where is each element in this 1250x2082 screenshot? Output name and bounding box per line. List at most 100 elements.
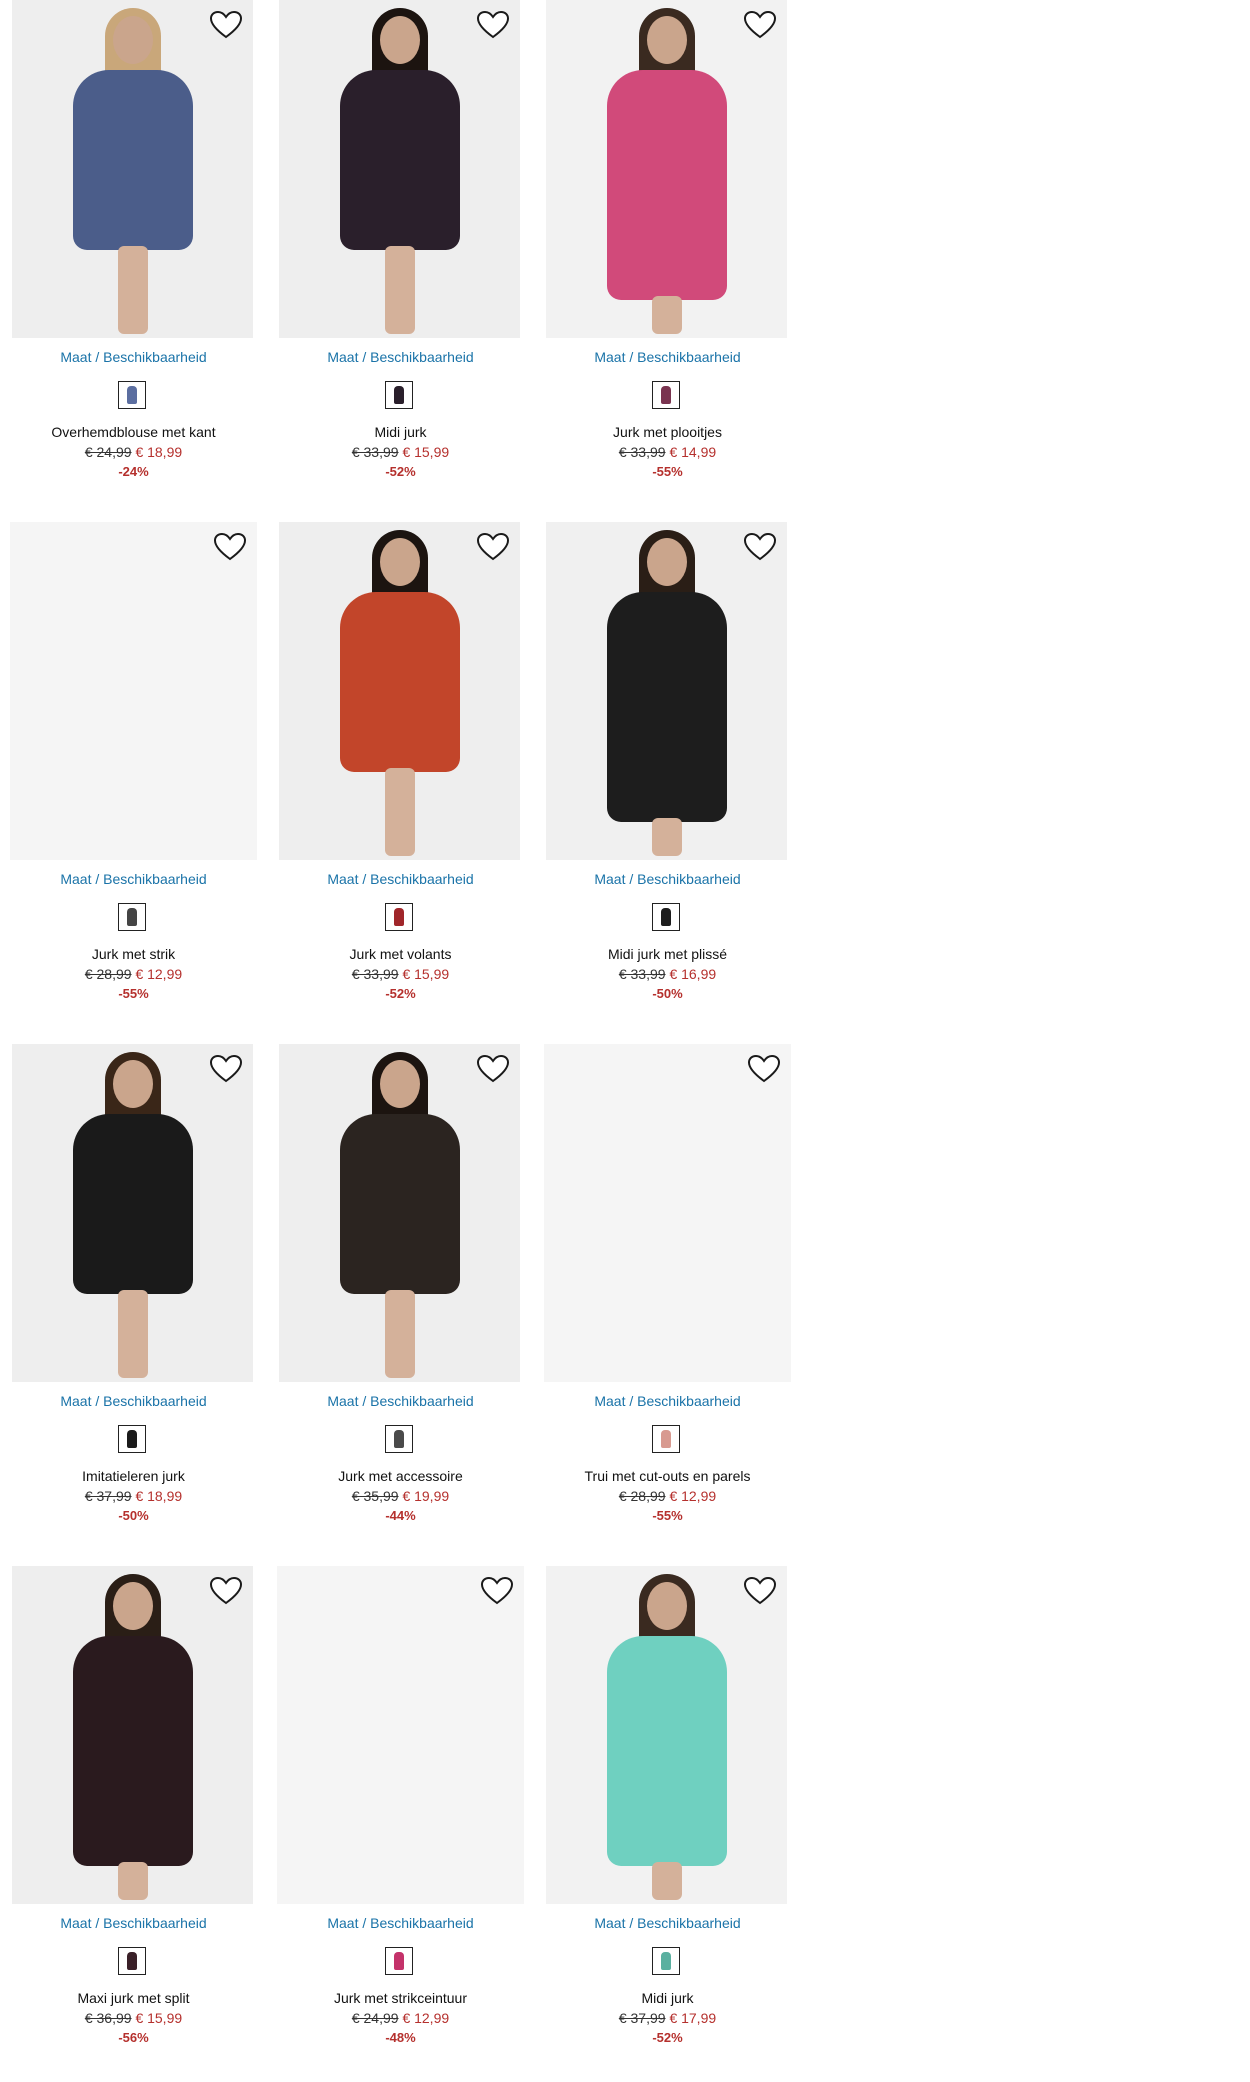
product-card[interactable]: Maat / Beschikbaarheid Jurk met strikcein… xyxy=(267,1566,534,2066)
model-head xyxy=(112,16,153,64)
product-name[interactable]: Jurk met volants xyxy=(267,946,534,962)
old-price: € 33,99 xyxy=(351,444,399,460)
sale-price: € 12,99 xyxy=(669,1488,717,1504)
color-swatch[interactable] xyxy=(118,381,146,409)
product-name[interactable]: Trui met cut-outs en parels xyxy=(534,1468,801,1484)
discount-badge: -44% xyxy=(385,1508,416,1523)
size-availability-link[interactable]: Maat / Beschikbaarheid xyxy=(534,349,801,365)
discount-badge: -55% xyxy=(118,986,149,1001)
wishlist-heart-icon[interactable] xyxy=(747,1054,781,1084)
product-image[interactable] xyxy=(12,1566,253,1904)
size-availability-link[interactable]: Maat / Beschikbaarheid xyxy=(267,1915,534,1931)
swatch-thumbnail xyxy=(127,908,137,926)
discount-badge: -52% xyxy=(385,986,416,1001)
product-name[interactable]: Imitatieleren jurk xyxy=(0,1468,267,1484)
color-swatch[interactable] xyxy=(652,381,680,409)
product-card[interactable]: Maat / Beschikbaarheid Jurk met volants € … xyxy=(267,522,534,1022)
product-card[interactable]: Maat / Beschikbaarheid Midi jurk € 37,99 €… xyxy=(534,1566,801,2066)
old-price: € 28,99 xyxy=(84,966,132,982)
color-swatch[interactable] xyxy=(118,1425,146,1453)
size-availability-link[interactable]: Maat / Beschikbaarheid xyxy=(0,871,267,887)
product-image[interactable] xyxy=(12,1044,253,1382)
product-image[interactable] xyxy=(546,522,787,860)
product-name[interactable]: Overhemdblouse met kant xyxy=(0,424,267,440)
product-name[interactable]: Jurk met strik xyxy=(0,946,267,962)
product-name[interactable]: Jurk met strikceintuur xyxy=(267,1990,534,2006)
color-swatch[interactable] xyxy=(652,1425,680,1453)
product-image[interactable] xyxy=(12,0,253,338)
discount-badge: -55% xyxy=(652,464,683,479)
model-legs xyxy=(117,246,148,334)
wishlist-heart-icon[interactable] xyxy=(476,1054,510,1084)
color-swatch[interactable] xyxy=(385,1947,413,1975)
size-availability-link[interactable]: Maat / Beschikbaarheid xyxy=(0,1393,267,1409)
model-dress xyxy=(72,1636,193,1866)
swatch-thumbnail xyxy=(394,1430,404,1448)
product-image[interactable] xyxy=(544,1044,791,1382)
price-line: € 24,99 € 12,99 xyxy=(267,2010,534,2026)
model-head xyxy=(112,1060,153,1108)
product-card[interactable]: Maat / Beschikbaarheid Imitatieleren jurk… xyxy=(0,1044,267,1544)
wishlist-heart-icon[interactable] xyxy=(743,10,777,40)
wishlist-heart-icon[interactable] xyxy=(743,1576,777,1606)
color-swatch[interactable] xyxy=(118,1947,146,1975)
model-dress xyxy=(606,70,727,300)
product-image[interactable] xyxy=(10,522,257,860)
model-head xyxy=(112,1582,153,1630)
color-swatch[interactable] xyxy=(385,903,413,931)
wishlist-heart-icon[interactable] xyxy=(476,10,510,40)
discount-badge: -55% xyxy=(652,1508,683,1523)
model-dress xyxy=(606,1636,727,1866)
product-name[interactable]: Midi jurk xyxy=(267,424,534,440)
size-availability-link[interactable]: Maat / Beschikbaarheid xyxy=(534,1915,801,1931)
color-swatch[interactable] xyxy=(385,381,413,409)
product-card[interactable]: Maat / Beschikbaarheid Overhemdblouse met… xyxy=(0,0,267,500)
price-line: € 33,99 € 15,99 xyxy=(267,966,534,982)
wishlist-heart-icon[interactable] xyxy=(480,1576,514,1606)
product-image[interactable] xyxy=(546,0,787,338)
color-swatch[interactable] xyxy=(385,1425,413,1453)
product-image[interactable] xyxy=(546,1566,787,1904)
product-image[interactable] xyxy=(279,0,520,338)
product-card[interactable]: Maat / Beschikbaarheid Jurk met accessoir… xyxy=(267,1044,534,1544)
size-availability-link[interactable]: Maat / Beschikbaarheid xyxy=(267,1393,534,1409)
size-availability-link[interactable]: Maat / Beschikbaarheid xyxy=(0,1915,267,1931)
old-price: € 35,99 xyxy=(351,1488,399,1504)
size-availability-link[interactable]: Maat / Beschikbaarheid xyxy=(534,871,801,887)
sale-price: € 15,99 xyxy=(402,966,450,982)
size-availability-link[interactable]: Maat / Beschikbaarheid xyxy=(0,349,267,365)
product-name[interactable]: Jurk met plooitjes xyxy=(534,424,801,440)
product-image[interactable] xyxy=(279,1044,520,1382)
model-dress xyxy=(72,1114,193,1294)
price-line: € 33,99 € 14,99 xyxy=(534,444,801,460)
product-name[interactable]: Midi jurk met plissé xyxy=(534,946,801,962)
size-availability-link[interactable]: Maat / Beschikbaarheid xyxy=(267,349,534,365)
product-card[interactable]: Maat / Beschikbaarheid Midi jurk € 33,99 €… xyxy=(267,0,534,500)
wishlist-heart-icon[interactable] xyxy=(213,532,247,562)
wishlist-heart-icon[interactable] xyxy=(476,532,510,562)
product-card[interactable]: Maat / Beschikbaarheid Midi jurk met plis… xyxy=(534,522,801,1022)
color-swatch[interactable] xyxy=(118,903,146,931)
size-availability-link[interactable]: Maat / Beschikbaarheid xyxy=(267,871,534,887)
wishlist-heart-icon[interactable] xyxy=(209,10,243,40)
sale-price: € 15,99 xyxy=(135,2010,183,2026)
product-image[interactable] xyxy=(277,1566,524,1904)
product-card[interactable]: Maat / Beschikbaarheid Jurk met strik € 28… xyxy=(0,522,267,1022)
old-price: € 37,99 xyxy=(618,2010,666,2026)
wishlist-heart-icon[interactable] xyxy=(209,1054,243,1084)
product-image[interactable] xyxy=(279,522,520,860)
discount-badge: -52% xyxy=(385,464,416,479)
product-name[interactable]: Midi jurk xyxy=(534,1990,801,2006)
product-card[interactable]: Maat / Beschikbaarheid Trui met cut-outs … xyxy=(534,1044,801,1544)
wishlist-heart-icon[interactable] xyxy=(743,532,777,562)
color-swatch[interactable] xyxy=(652,903,680,931)
product-card[interactable]: Maat / Beschikbaarheid Jurk met plooitjes… xyxy=(534,0,801,500)
wishlist-heart-icon[interactable] xyxy=(209,1576,243,1606)
size-availability-link[interactable]: Maat / Beschikbaarheid xyxy=(534,1393,801,1409)
old-price: € 36,99 xyxy=(84,2010,132,2026)
old-price: € 24,99 xyxy=(351,2010,399,2026)
color-swatch[interactable] xyxy=(652,1947,680,1975)
product-name[interactable]: Maxi jurk met split xyxy=(0,1990,267,2006)
product-name[interactable]: Jurk met accessoire xyxy=(267,1468,534,1484)
product-card[interactable]: Maat / Beschikbaarheid Maxi jurk met spli… xyxy=(0,1566,267,2066)
